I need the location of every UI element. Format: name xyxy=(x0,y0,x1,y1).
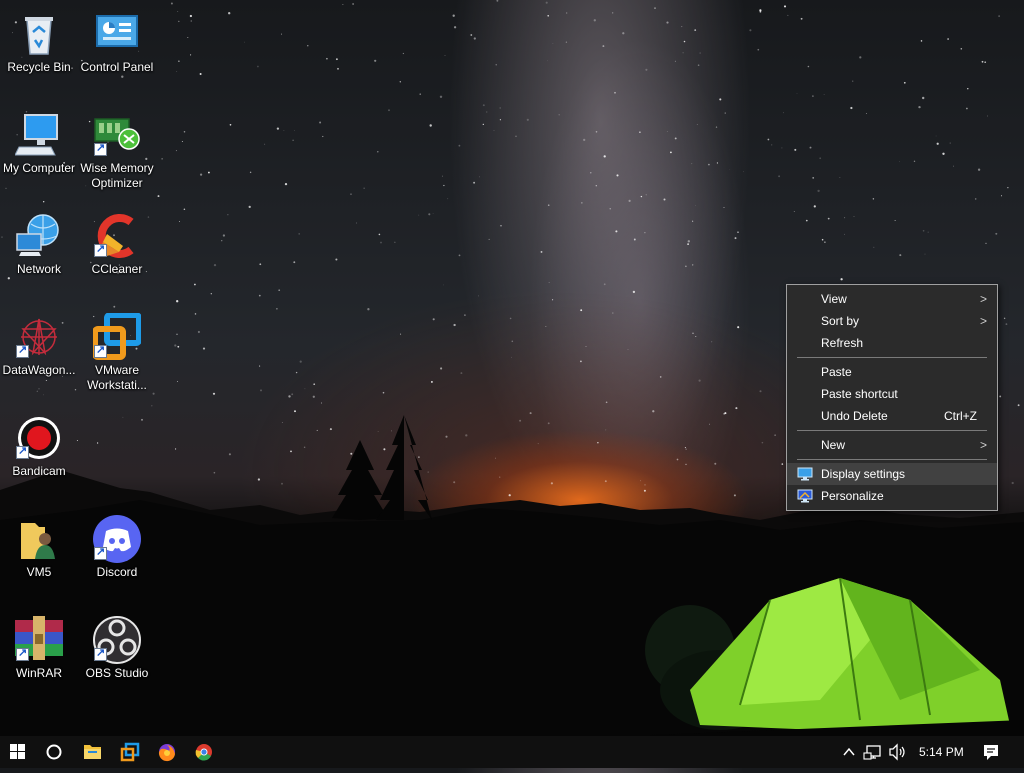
taskbar-file-explorer[interactable] xyxy=(74,736,110,768)
show-hidden-icons-button[interactable] xyxy=(838,736,860,768)
desktop-icon-network[interactable]: Network xyxy=(0,204,78,300)
action-center-icon xyxy=(984,745,998,760)
menu-item-personalize[interactable]: Personalize xyxy=(787,485,997,507)
control-panel-icon xyxy=(96,15,138,47)
file-explorer-icon xyxy=(84,745,101,759)
menu-item-display-settings[interactable]: Display settings xyxy=(787,463,997,485)
desktop-icon-label: My Computer xyxy=(2,161,76,175)
menu-item-label: Undo Delete xyxy=(821,409,888,423)
volume-button[interactable] xyxy=(886,736,910,768)
menu-item-undo-delete[interactable]: Undo Delete Ctrl+Z xyxy=(787,405,997,427)
shortcut-arrow-icon xyxy=(94,545,107,560)
menu-item-sort-by[interactable]: Sort by > xyxy=(787,310,997,332)
desktop-icon-label: Wise Memory Optimizer xyxy=(80,161,154,190)
chevron-right-icon: > xyxy=(979,438,987,452)
taskbar-vmware[interactable] xyxy=(112,736,148,768)
menu-item-label: New xyxy=(821,438,846,452)
desktop-icon-label: VMware Workstati... xyxy=(87,363,147,392)
menu-item-label: Paste xyxy=(821,365,852,379)
desktop-icon-label: OBS Studio xyxy=(85,666,149,680)
menu-item-label: Personalize xyxy=(821,489,884,503)
desktop-icon-label: WinRAR xyxy=(15,666,62,680)
display-settings-icon xyxy=(797,467,813,481)
desktop-icon-vm5[interactable]: VM5 xyxy=(0,507,78,603)
desktop-icon-obs-studio[interactable]: OBS Studio xyxy=(78,608,156,704)
menu-separator xyxy=(797,430,987,431)
vmware-taskbar-icon xyxy=(120,742,140,762)
desktop-icon-label: Recycle Bin xyxy=(7,60,71,74)
chevron-right-icon: > xyxy=(979,292,987,306)
desktop-icon-vmware[interactable]: VMware Workstati... xyxy=(78,305,156,401)
desktop-context-menu: View > Sort by > Refresh Paste Paste sho… xyxy=(786,284,998,511)
desktop-icon-label: Network xyxy=(16,262,61,276)
shortcut-arrow-icon xyxy=(94,242,107,257)
shortcut-arrow-icon xyxy=(16,444,29,459)
desktop-icon-recycle-bin[interactable]: Recycle Bin xyxy=(0,2,78,98)
taskbar-firefox[interactable] xyxy=(149,736,185,768)
desktop-icon-discord[interactable]: Discord xyxy=(78,507,156,603)
chevron-right-icon: > xyxy=(979,314,987,328)
personalize-icon xyxy=(797,489,813,503)
desktop-icon-label: VM5 xyxy=(26,565,52,579)
taskbar: 5:14 PM xyxy=(0,736,1024,768)
menu-item-paste-shortcut[interactable]: Paste shortcut xyxy=(787,383,997,405)
chrome-icon xyxy=(195,744,212,761)
menu-item-label: Refresh xyxy=(821,336,864,350)
taskbar-chrome[interactable] xyxy=(186,736,222,768)
menu-item-new[interactable]: New > xyxy=(787,434,997,456)
network-icon xyxy=(16,214,59,256)
desktop-icon-label: DataWagon... xyxy=(2,363,76,377)
recycle-bin-icon xyxy=(25,17,53,55)
taskbar-clock[interactable]: 5:14 PM xyxy=(919,736,964,768)
desktop-icon-label: Discord xyxy=(96,565,138,579)
menu-item-label: Display settings xyxy=(821,467,906,481)
menu-item-label: Paste shortcut xyxy=(821,387,898,401)
desktop-icon-ccleaner[interactable]: CCleaner xyxy=(78,204,156,300)
desktop-icon-label: CCleaner xyxy=(91,262,143,276)
desktop-icon-my-computer[interactable]: My Computer xyxy=(0,103,78,199)
shortcut-arrow-icon xyxy=(94,141,107,156)
volume-icon xyxy=(889,743,905,761)
shortcut-arrow-icon xyxy=(94,343,107,358)
menu-item-label: Sort by xyxy=(821,314,860,328)
network-tray-button[interactable] xyxy=(862,736,886,768)
menu-separator xyxy=(797,357,987,358)
vm5-folder-icon xyxy=(21,523,55,559)
shortcut-arrow-icon xyxy=(16,343,29,358)
search-button[interactable] xyxy=(36,736,72,768)
action-center-button[interactable] xyxy=(976,736,1006,768)
menu-separator xyxy=(797,459,987,460)
menu-item-refresh[interactable]: Refresh xyxy=(787,332,997,354)
menu-item-view[interactable]: View > xyxy=(787,288,997,310)
desktop-icon-winrar[interactable]: WinRAR xyxy=(0,608,78,704)
firefox-icon xyxy=(158,744,175,762)
desktop-icon-label: Control Panel xyxy=(80,60,154,74)
keyboard-shortcut: Ctrl+Z xyxy=(944,409,977,423)
network-tray-icon xyxy=(863,745,881,760)
search-circle-icon xyxy=(46,744,62,760)
shortcut-arrow-icon xyxy=(16,646,29,661)
desktop-icon-datawagon[interactable]: DataWagon... xyxy=(0,305,78,401)
start-icon xyxy=(10,744,25,759)
show-hidden-icons-icon xyxy=(843,747,855,756)
desktop-icon-control-panel[interactable]: Control Panel xyxy=(78,2,156,98)
menu-item-paste[interactable]: Paste xyxy=(787,361,997,383)
shortcut-arrow-icon xyxy=(94,646,107,661)
desktop-icon-label: Bandicam xyxy=(12,464,66,478)
my-computer-icon xyxy=(15,114,58,156)
menu-item-label: View xyxy=(821,292,847,306)
desktop-icon-wise-memory-optimizer[interactable]: Wise Memory Optimizer xyxy=(78,103,156,199)
desktop-icon-bandicam[interactable]: Bandicam xyxy=(0,406,78,502)
start-button[interactable] xyxy=(0,736,36,768)
